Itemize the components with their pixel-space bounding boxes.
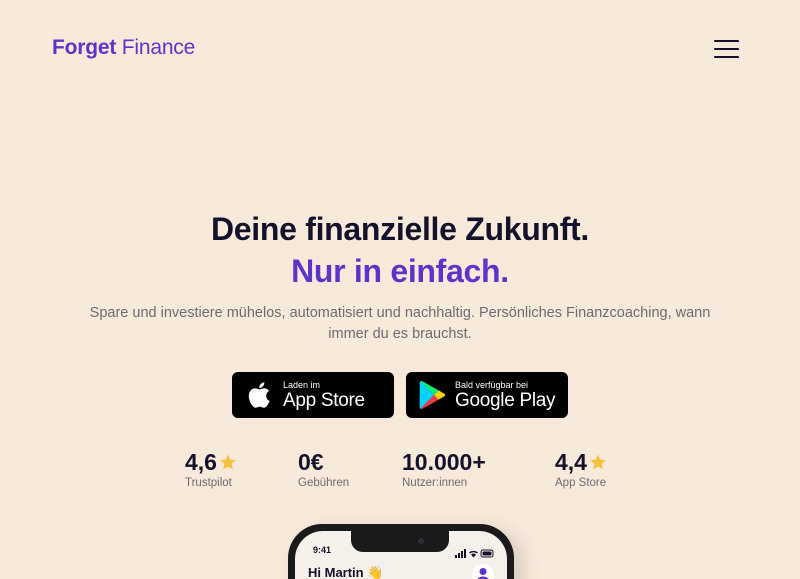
app-store-label: App Store (283, 390, 365, 411)
stat-label: App Store (555, 477, 607, 489)
stat-label: Nutzer:innen (402, 477, 468, 489)
phone-greeting: Hi Martin 👋 (308, 565, 384, 579)
phone-notch (351, 531, 449, 552)
brand-name-rest: Finance (121, 36, 196, 59)
stat-label: Gebühren (298, 477, 350, 489)
site-header: Forget Finance (0, 0, 800, 100)
app-store-button[interactable]: Laden im App Store (232, 372, 394, 418)
app-store-small-label: Laden im (283, 380, 321, 390)
stat-users: 10.000+ Nutzer:innen (402, 448, 486, 489)
phone-mockup: 9:41 Hi Martin 👋 (288, 524, 514, 579)
hero-title: Deine finanzielle Zukunft. Nur in einfac… (0, 208, 800, 292)
stat-value: 10.000+ (402, 449, 486, 475)
phone-screen: 9:41 Hi Martin 👋 (295, 531, 507, 579)
hero-subtitle: Spare und investiere mühelos, automatisi… (89, 305, 711, 342)
brand-logo[interactable]: Forget Finance (52, 36, 195, 60)
stat-trustpilot: 4,6 Trustpilot (185, 448, 237, 489)
google-play-small-label: Bald verfügbar bei (455, 380, 529, 390)
star-icon (220, 454, 236, 470)
stat-value: 4,6 (185, 449, 217, 475)
phone-time: 9:41 (313, 545, 332, 555)
brand-name-bold: Forget (52, 36, 117, 59)
stat-value: 0€ (298, 449, 324, 475)
status-bar-icons (455, 545, 495, 563)
google-play-icon (419, 380, 447, 415)
stat-label: Trustpilot (185, 477, 232, 489)
hero-title-line1: Deine finanzielle Zukunft. (210, 211, 589, 247)
hero-title-line2: Nur in einfach. (291, 253, 509, 289)
google-play-label: Google Play (455, 390, 556, 411)
star-icon (590, 454, 606, 470)
stat-app-store: 4,4 App Store (555, 448, 607, 489)
google-play-button[interactable]: Bald verfügbar bei Google Play (406, 372, 568, 418)
hamburger-menu-icon[interactable] (714, 38, 739, 59)
stat-fees: 0€ Gebühren (298, 448, 349, 489)
stat-value: 4,4 (555, 449, 587, 475)
profile-avatar-icon (472, 564, 494, 579)
apple-icon (245, 380, 271, 415)
